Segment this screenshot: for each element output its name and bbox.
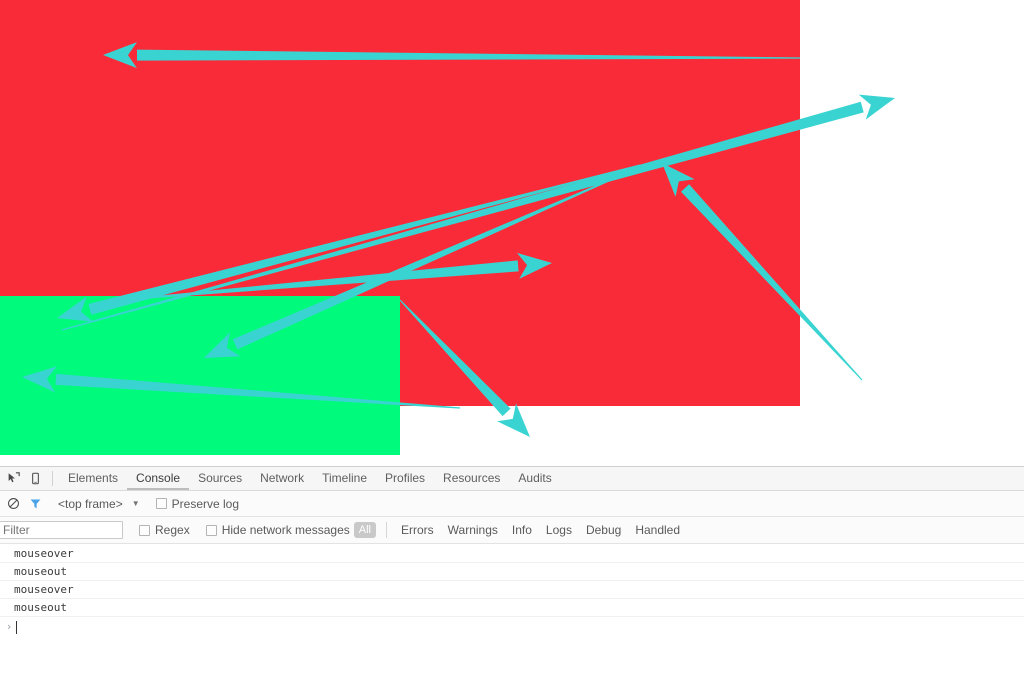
clear-console-icon[interactable] — [2, 493, 24, 515]
devtools-tab-sources[interactable]: Sources — [189, 467, 251, 490]
device-toolbar-icon[interactable] — [24, 468, 46, 490]
regex-label: Regex — [155, 523, 190, 537]
hide-network-messages-toggle[interactable]: Hide network messages — [205, 523, 350, 537]
devtools-tab-console[interactable]: Console — [127, 467, 190, 490]
console-level-logs[interactable]: Logs — [539, 523, 579, 537]
filter-funnel-icon[interactable] — [24, 493, 46, 515]
hide-network-messages-label: Hide network messages — [221, 523, 350, 537]
console-filter-input[interactable] — [0, 521, 123, 539]
inspect-cursor-icon[interactable] — [2, 468, 24, 490]
console-message-row: mouseover — [0, 545, 1024, 563]
console-prompt[interactable]: › — [0, 617, 1024, 637]
regex-toggle[interactable]: Regex — [139, 523, 190, 537]
console-level-info[interactable]: Info — [505, 523, 539, 537]
prompt-text-caret — [16, 620, 17, 634]
hide-network-messages-checkbox[interactable] — [205, 524, 217, 536]
execution-context-selector[interactable]: <top frame> ▼ — [58, 497, 140, 511]
devtools-tab-resources[interactable]: Resources — [434, 467, 509, 490]
console-filter-toolbar: Regex Hide network messages All ErrorsWar… — [0, 517, 1024, 544]
console-level-handled[interactable]: Handled — [628, 523, 687, 537]
preserve-log-label: Preserve log — [171, 496, 240, 511]
console-level-debug[interactable]: Debug — [579, 523, 628, 537]
preserve-log-checkbox[interactable] — [155, 498, 167, 509]
level-divider — [385, 522, 387, 538]
green-box-element[interactable] — [0, 296, 400, 455]
console-level-errors[interactable]: Errors — [394, 523, 441, 537]
console-level-warnings[interactable]: Warnings — [441, 523, 505, 537]
execution-context-label: <top frame> — [58, 496, 123, 511]
console-message-row: mouseover — [0, 581, 1024, 599]
console-message-row: mouseout — [0, 599, 1024, 617]
annotation-arrow-head — [497, 403, 530, 437]
chevron-down-icon: ▼ — [131, 499, 140, 508]
browser-viewport — [0, 0, 1024, 466]
console-messages: mouseover mouseout mouseover mouseout — [0, 545, 1024, 617]
devtools-tab-elements[interactable]: Elements — [59, 467, 127, 490]
annotation-arrow-head — [858, 94, 895, 120]
console-message-list[interactable]: mouseover mouseout mouseover mouseout › — [0, 545, 1024, 694]
devtools-tab-profiles[interactable]: Profiles — [376, 467, 434, 490]
console-message-row: mouseout — [0, 563, 1024, 581]
regex-checkbox[interactable] — [139, 524, 150, 536]
console-level-filters: All Errors Warnings Info Logs Debug Handled — [350, 522, 687, 538]
preserve-log-toggle[interactable]: Preserve log — [155, 496, 240, 511]
console-context-toolbar: <top frame> ▼ Preserve log — [0, 491, 1024, 517]
devtools-tab-audits[interactable]: Audits — [509, 467, 560, 490]
console-level-all[interactable]: All — [353, 522, 376, 538]
devtools-tab-timeline[interactable]: Timeline — [313, 467, 376, 490]
prompt-chevron-icon: › — [5, 620, 13, 633]
devtools-panel: Elements Console Sources Network Timeline Pro… — [0, 466, 1024, 694]
devtools-tabstrip: Elements Console Sources Network Timeline Pro… — [0, 467, 1024, 491]
toolbar-divider — [52, 471, 53, 486]
devtools-tabs: Elements Console Sources Network Timeline Pro… — [59, 467, 561, 490]
devtools-tab-network[interactable]: Network — [251, 467, 313, 490]
